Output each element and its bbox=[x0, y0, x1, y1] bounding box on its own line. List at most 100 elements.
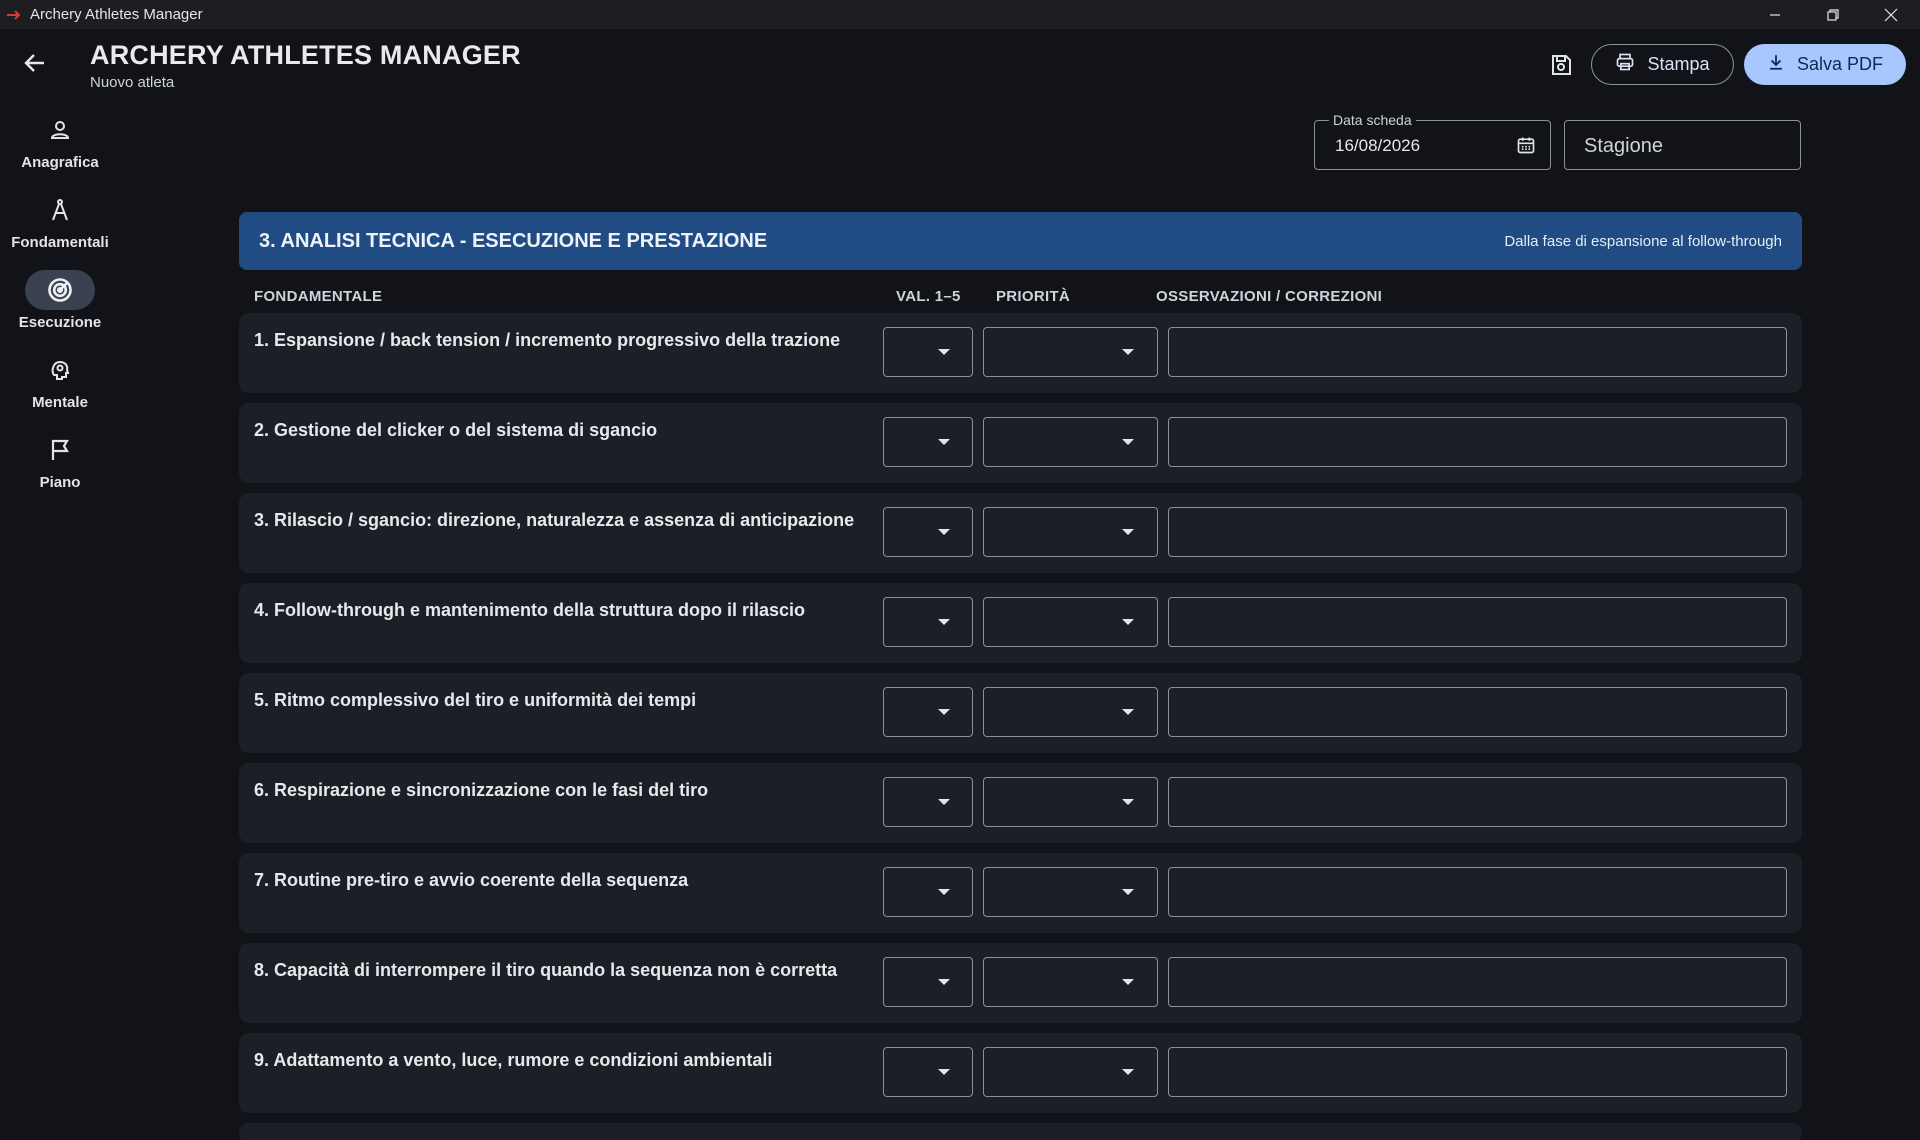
dropdown-arrow-icon bbox=[938, 889, 950, 895]
priority-select[interactable] bbox=[983, 867, 1158, 917]
table-row: 9. Adattamento a vento, luce, rumore e c… bbox=[239, 1033, 1802, 1113]
page-title: ARCHERY ATHLETES MANAGER bbox=[90, 40, 521, 70]
priority-select[interactable] bbox=[983, 687, 1158, 737]
dropdown-arrow-icon bbox=[1122, 709, 1134, 715]
dropdown-arrow-icon bbox=[938, 349, 950, 355]
table-row: 5. Ritmo complessivo del tiro e uniformi… bbox=[239, 673, 1802, 753]
notes-input[interactable] bbox=[1168, 327, 1787, 377]
dropdown-arrow-icon bbox=[938, 529, 950, 535]
value-select[interactable] bbox=[883, 687, 973, 737]
save-icon[interactable] bbox=[1546, 50, 1576, 80]
dropdown-arrow-icon bbox=[1122, 799, 1134, 805]
row-label: 7. Routine pre-tiro e avvio coerente del… bbox=[254, 870, 689, 890]
calendar-icon[interactable] bbox=[1516, 135, 1536, 160]
nav-item-anagrafica[interactable]: Anagrafica bbox=[0, 110, 120, 171]
row-label: 9. Adattamento a vento, luce, rumore e c… bbox=[254, 1050, 773, 1070]
nav-item-piano[interactable]: Piano bbox=[0, 430, 120, 491]
compass-icon bbox=[25, 190, 95, 230]
nav-item-fondamentali[interactable]: Fondamentali bbox=[0, 190, 120, 251]
season-field[interactable]: Stagione bbox=[1564, 120, 1801, 170]
column-header-fundamental: FONDAMENTALE bbox=[254, 288, 383, 305]
nav-item-label: Piano bbox=[39, 474, 81, 491]
row-label: 4. Follow-through e mantenimento della s… bbox=[254, 600, 806, 620]
notes-input[interactable] bbox=[1168, 957, 1787, 1007]
dropdown-arrow-icon bbox=[938, 619, 950, 625]
row-label: 2. Gestione del clicker o del sistema di… bbox=[254, 420, 658, 440]
dropdown-arrow-icon bbox=[1122, 439, 1134, 445]
priority-select[interactable] bbox=[983, 507, 1158, 557]
section-subtitle: Dalla fase di espansione al follow-throu… bbox=[1504, 232, 1782, 250]
date-field-label: Data scheda bbox=[1329, 112, 1416, 128]
notes-input[interactable] bbox=[1168, 507, 1787, 557]
brain-icon bbox=[25, 350, 95, 390]
restore-button[interactable] bbox=[1804, 0, 1862, 29]
row-label: 8. Capacità di interrompere il tiro quan… bbox=[254, 960, 838, 980]
priority-select[interactable] bbox=[983, 957, 1158, 1007]
notes-input[interactable] bbox=[1168, 777, 1787, 827]
notes-input[interactable] bbox=[1168, 1047, 1787, 1097]
value-select[interactable] bbox=[883, 777, 973, 827]
table-row: 4. Follow-through e mantenimento della s… bbox=[239, 583, 1802, 663]
print-button-label: Stampa bbox=[1647, 54, 1710, 74]
priority-select[interactable] bbox=[983, 1047, 1158, 1097]
date-field[interactable]: Data scheda 16/08/2026 bbox=[1314, 112, 1551, 170]
close-button[interactable] bbox=[1862, 0, 1920, 29]
table-row: 6. Respirazione e sincronizzazione con l… bbox=[239, 763, 1802, 843]
table-row: 2. Gestione del clicker o del sistema di… bbox=[239, 403, 1802, 483]
priority-select[interactable] bbox=[983, 417, 1158, 467]
back-arrow-icon[interactable] bbox=[20, 48, 50, 78]
priority-select[interactable] bbox=[983, 777, 1158, 827]
window-title: Archery Athletes Manager bbox=[30, 6, 203, 23]
value-select[interactable] bbox=[883, 507, 973, 557]
value-select[interactable] bbox=[883, 417, 973, 467]
table-row: 1. Espansione / back tension / increment… bbox=[239, 313, 1802, 393]
column-header-notes: OSSERVAZIONI / CORREZIONI bbox=[1156, 288, 1383, 305]
nav-item-label: Anagrafica bbox=[21, 154, 99, 171]
dropdown-arrow-icon bbox=[938, 439, 950, 445]
nav-item-mentale[interactable]: Mentale bbox=[0, 350, 120, 411]
value-select[interactable] bbox=[883, 1047, 973, 1097]
notes-input[interactable] bbox=[1168, 687, 1787, 737]
notes-input[interactable] bbox=[1168, 417, 1787, 467]
target-icon bbox=[25, 270, 95, 310]
app-icon bbox=[4, 6, 22, 24]
flag-icon bbox=[25, 430, 95, 470]
row-label: 6. Respirazione e sincronizzazione con l… bbox=[254, 780, 709, 800]
dropdown-arrow-icon bbox=[938, 709, 950, 715]
value-select[interactable] bbox=[883, 327, 973, 377]
dropdown-arrow-icon bbox=[1122, 1069, 1134, 1075]
nav-item-label: Fondamentali bbox=[11, 234, 109, 251]
row-label: 1. Espansione / back tension / increment… bbox=[254, 330, 841, 350]
dropdown-arrow-icon bbox=[1122, 979, 1134, 985]
section-title: 3. ANALISI TECNICA - ESECUZIONE E PRESTA… bbox=[259, 229, 768, 252]
download-icon bbox=[1767, 53, 1785, 76]
priority-select[interactable] bbox=[983, 597, 1158, 647]
value-select[interactable] bbox=[883, 597, 973, 647]
title-bar: Archery Athletes Manager bbox=[0, 0, 1920, 29]
value-select[interactable] bbox=[883, 867, 973, 917]
table-row: 7. Routine pre-tiro e avvio coerente del… bbox=[239, 853, 1802, 933]
nav-item-label: Esecuzione bbox=[18, 314, 102, 331]
dropdown-arrow-icon bbox=[1122, 889, 1134, 895]
minimize-button[interactable] bbox=[1746, 0, 1804, 29]
print-button[interactable]: Stampa bbox=[1591, 44, 1734, 85]
dropdown-arrow-icon bbox=[1122, 349, 1134, 355]
person-icon bbox=[25, 110, 95, 150]
page-subtitle: Nuovo atleta bbox=[90, 74, 175, 91]
notes-input[interactable] bbox=[1168, 597, 1787, 647]
priority-select[interactable] bbox=[983, 327, 1158, 377]
row-label: 3. Rilascio / sgancio: direzione, natura… bbox=[254, 510, 855, 530]
table-row: 3. Rilascio / sgancio: direzione, natura… bbox=[239, 493, 1802, 573]
column-header-priority: PRIORITÀ bbox=[996, 288, 1071, 305]
dropdown-arrow-icon bbox=[1122, 619, 1134, 625]
dropdown-arrow-icon bbox=[938, 979, 950, 985]
save-pdf-button-label: Salva PDF bbox=[1796, 54, 1884, 74]
row-label: 5. Ritmo complessivo del tiro e uniformi… bbox=[254, 690, 697, 710]
table-row: 8. Capacità di interrompere il tiro quan… bbox=[239, 943, 1802, 1023]
value-select[interactable] bbox=[883, 957, 973, 1007]
nav-item-esecuzione[interactable]: Esecuzione bbox=[0, 270, 120, 331]
dropdown-arrow-icon bbox=[1122, 529, 1134, 535]
dropdown-arrow-icon bbox=[938, 1069, 950, 1075]
notes-input[interactable] bbox=[1168, 867, 1787, 917]
save-pdf-button[interactable]: Salva PDF bbox=[1744, 44, 1906, 85]
